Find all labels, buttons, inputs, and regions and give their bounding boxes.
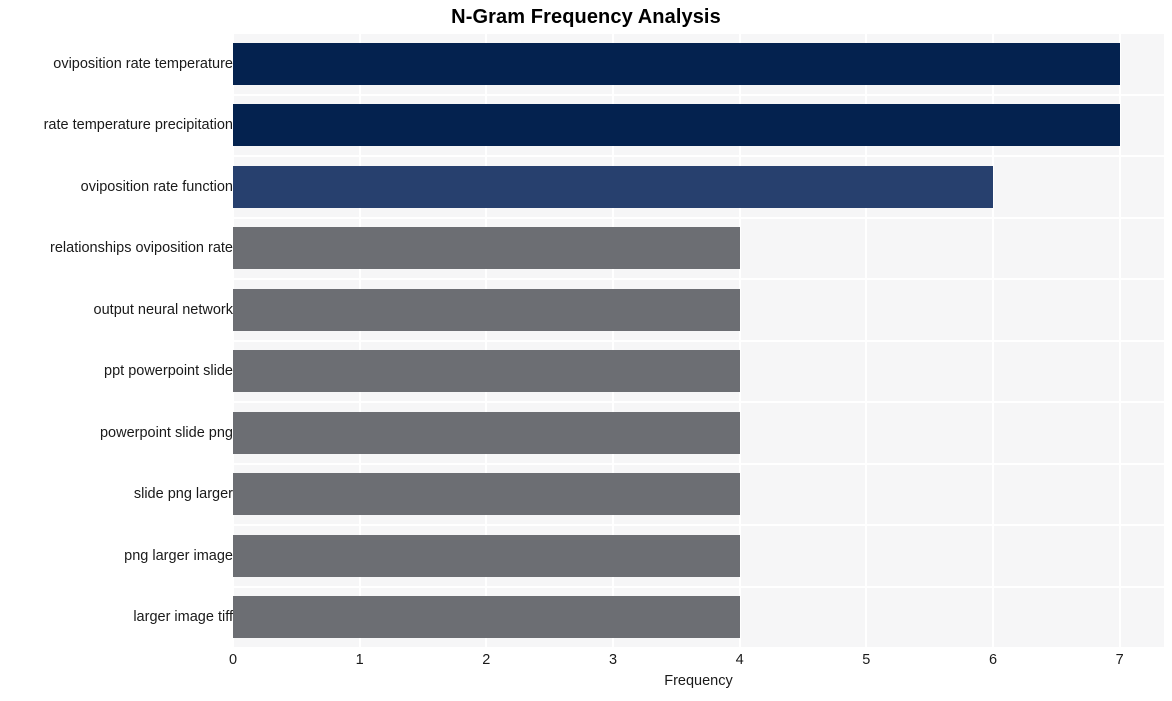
y-axis-tick-label: oviposition rate temperature (53, 55, 233, 72)
gridline-horizontal (233, 216, 1164, 219)
y-axis-tick-label: relationships oviposition rate (50, 240, 233, 257)
gridline-horizontal (233, 339, 1164, 342)
bar (233, 42, 1120, 85)
y-axis-tick-label: png larger image (124, 547, 233, 564)
bar (233, 534, 740, 577)
x-axis-tick-label: 4 (735, 652, 744, 668)
x-axis-tick-label: 0 (228, 652, 238, 668)
gridline-horizontal (233, 33, 1164, 34)
bar (233, 411, 740, 454)
x-axis-tick-label: 5 (862, 652, 871, 668)
plot-area (233, 33, 1164, 648)
bar (233, 473, 740, 516)
y-axis-tick-label: ppt powerpoint slide (104, 363, 233, 380)
y-axis-tick-labels: oviposition rate temperature rate tempera… (0, 33, 233, 648)
x-axis-tick-label: 6 (988, 652, 998, 668)
bar (233, 104, 1120, 147)
x-axis-tick-label: 3 (608, 652, 618, 668)
gridline-horizontal (233, 155, 1164, 157)
gridline-horizontal (233, 401, 1164, 403)
y-axis-tick-label: output neural network (93, 301, 233, 318)
x-axis-tick-label: 7 (1115, 652, 1124, 668)
x-axis-tick-label: 2 (482, 652, 491, 668)
bar (233, 227, 740, 270)
gridline-horizontal (233, 462, 1164, 465)
bar (233, 596, 740, 639)
y-axis-tick-label: larger image tiff (133, 609, 233, 626)
bar (233, 288, 740, 331)
gridline-horizontal (233, 647, 1164, 648)
chart-title: N-Gram Frequency Analysis (451, 6, 721, 28)
gridline-horizontal (233, 585, 1164, 588)
bar (233, 350, 740, 393)
y-axis-tick-label: oviposition rate function (80, 178, 233, 195)
gridline-horizontal (233, 93, 1164, 96)
y-axis-tick-label: rate temperature precipitation (43, 117, 233, 134)
gridline-horizontal (233, 278, 1164, 280)
y-axis-tick-label: powerpoint slide png (99, 424, 233, 441)
y-axis-tick-label: slide png larger (133, 486, 233, 503)
x-axis-tick-labels: 0 1 2 3 4 5 6 7 (229, 650, 1164, 674)
ngram-frequency-bar-chart: N-Gram Frequency Analysis oviposition ra… (0, 0, 1172, 701)
x-axis-tick-label: 1 (355, 652, 364, 668)
gridline-horizontal (233, 524, 1164, 526)
bar (233, 165, 993, 208)
x-axis-title: Frequency (664, 673, 733, 689)
